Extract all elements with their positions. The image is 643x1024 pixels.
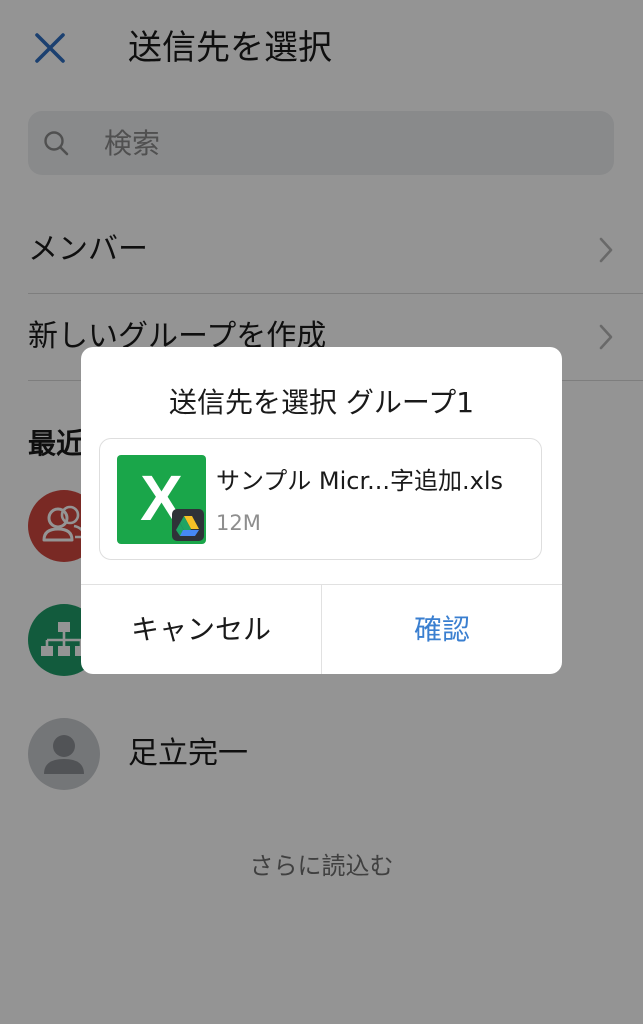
screen: 送信先を選択 メンバー 新しいグループを作成 最近 bbox=[0, 0, 643, 1024]
file-name: サンプル Micr...字追加.xls bbox=[216, 467, 504, 495]
google-drive-icon bbox=[172, 509, 204, 541]
send-confirm-dialog: 送信先を選択 グループ1 X サンプル Micr...字追加.xls 12M キ… bbox=[81, 347, 562, 674]
file-card: X サンプル Micr...字追加.xls 12M bbox=[99, 438, 542, 560]
confirm-button[interactable]: 確認 bbox=[322, 585, 562, 674]
cancel-button[interactable]: キャンセル bbox=[81, 585, 321, 674]
file-size: 12M bbox=[216, 511, 261, 535]
excel-file-icon: X bbox=[117, 455, 206, 544]
google-drive-logo-icon bbox=[176, 516, 199, 536]
dialog-title: 送信先を選択 グループ1 bbox=[168, 386, 475, 419]
